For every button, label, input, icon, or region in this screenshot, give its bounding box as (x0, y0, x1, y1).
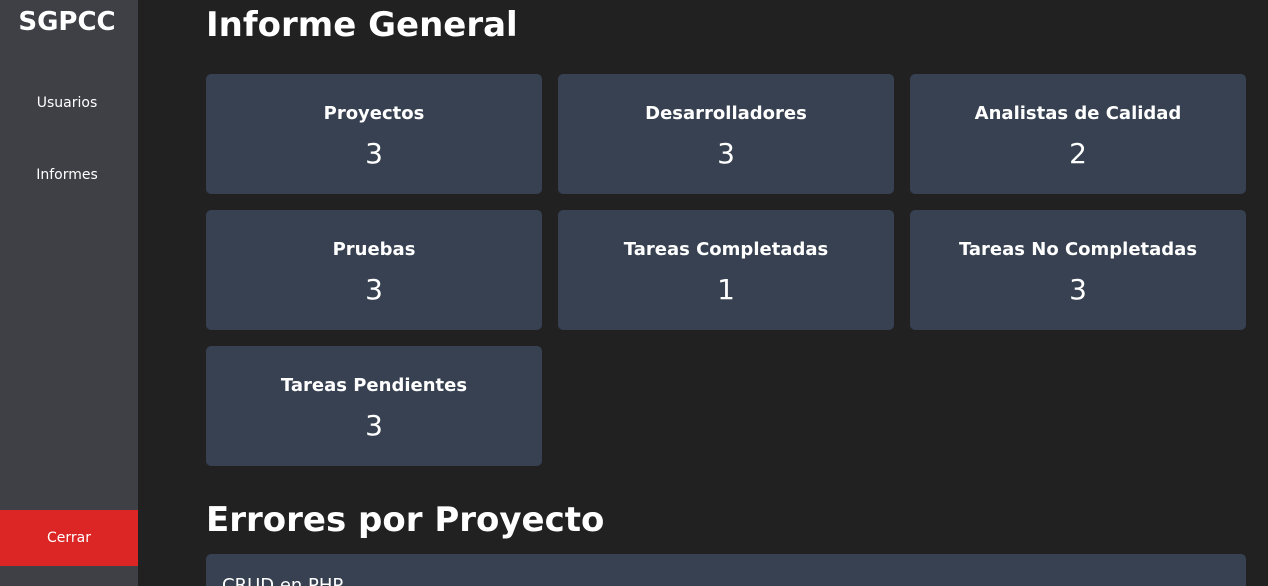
stat-card-desarrolladores: Desarrolladores 3 (558, 74, 894, 194)
stat-card-value: 2 (1069, 137, 1087, 170)
stat-card-tareas-completadas: Tareas Completadas 1 (558, 210, 894, 330)
stat-card-pruebas: Pruebas 3 (206, 210, 542, 330)
logout-button[interactable]: Cerrar (0, 510, 138, 566)
app-window: SGPCC Usuarios Informes Cerrar Informe G… (0, 0, 1268, 586)
stat-card-proyectos: Proyectos 3 (206, 74, 542, 194)
stat-card-value: 3 (365, 409, 383, 442)
stat-card-analistas: Analistas de Calidad 2 (910, 74, 1246, 194)
stat-card-label: Desarrolladores (645, 103, 807, 124)
stat-card-label: Proyectos (323, 103, 425, 124)
sidebar-item-informes[interactable]: Informes (0, 165, 134, 185)
stat-card-label: Tareas No Completadas (958, 239, 1198, 260)
stat-card-value: 3 (1069, 273, 1087, 306)
section-title-errores: Errores por Proyecto (206, 500, 605, 540)
stat-card-value: 3 (717, 137, 735, 170)
stat-card-value: 3 (365, 137, 383, 170)
stat-card-label: Analistas de Calidad (974, 103, 1182, 124)
project-error-panel: CRUD en PHP (206, 554, 1246, 586)
sidebar-item-usuarios[interactable]: Usuarios (0, 93, 134, 113)
stat-card-label: Pruebas (332, 239, 416, 260)
stat-card-tareas-pendientes: Tareas Pendientes 3 (206, 346, 542, 466)
stat-card-value: 1 (717, 273, 735, 306)
brand-logo: SGPCC (18, 7, 116, 37)
stat-card-tareas-no-completadas: Tareas No Completadas 3 (910, 210, 1246, 330)
project-name: CRUD en PHP (222, 575, 344, 586)
main-content: Informe General Proyectos 3 Desarrollado… (206, 0, 1246, 586)
page-title: Informe General (206, 5, 518, 45)
stat-card-label: Tareas Pendientes (280, 375, 468, 396)
stat-card-value: 3 (365, 273, 383, 306)
stat-card-label: Tareas Completadas (623, 239, 829, 260)
sidebar: SGPCC Usuarios Informes Cerrar (0, 0, 138, 586)
